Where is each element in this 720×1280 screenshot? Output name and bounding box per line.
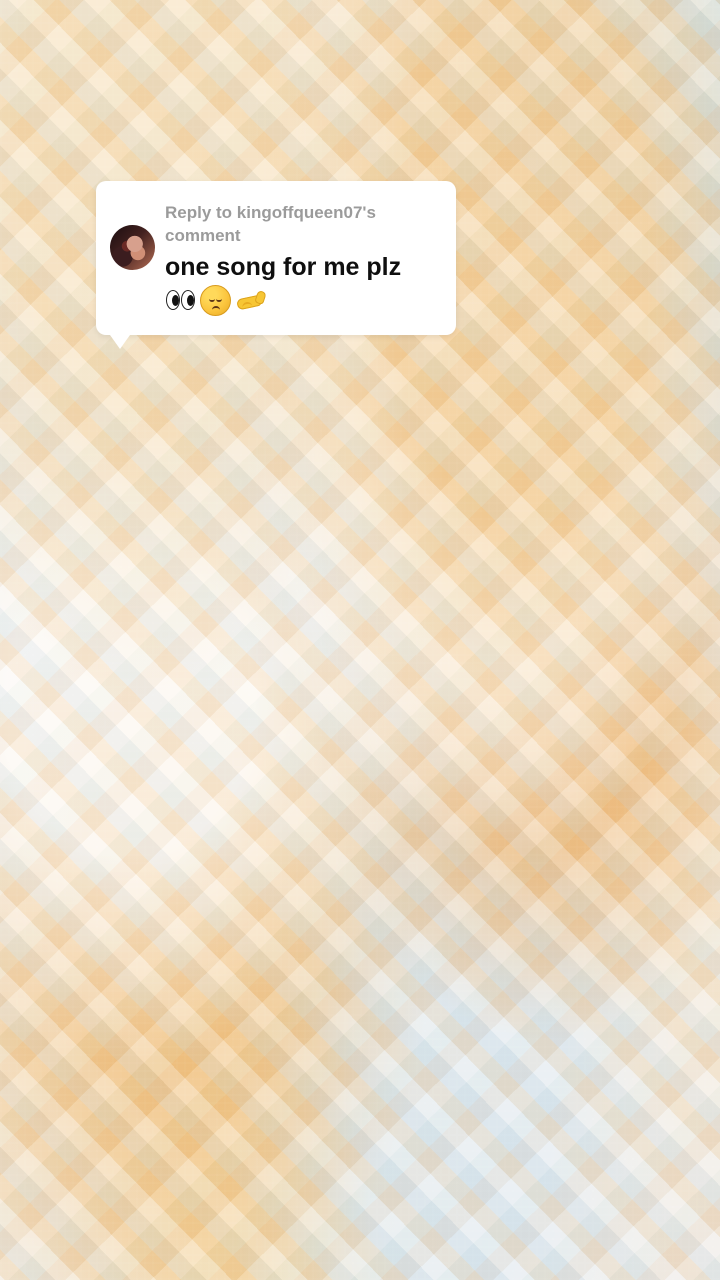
commenter-avatar[interactable] — [110, 225, 155, 270]
comment-text: one song for me plz — [165, 253, 402, 281]
right-pupil-icon — [187, 295, 194, 306]
pensive-face-icon — [200, 284, 231, 316]
reply-comment-bubble[interactable]: Reply to kingoffqueen07's comment one so… — [96, 181, 456, 349]
pensive-mouth-icon — [212, 305, 220, 312]
video-background: Reply to kingoffqueen07's comment one so… — [0, 0, 720, 1280]
eyes-icon — [165, 288, 197, 312]
emoji-row — [165, 283, 268, 317]
biceps-detail-icon — [241, 301, 253, 309]
left-pupil-icon — [172, 295, 179, 306]
reply-label: Reply to kingoffqueen07's comment — [165, 203, 376, 245]
flexed-biceps-icon — [234, 286, 268, 314]
